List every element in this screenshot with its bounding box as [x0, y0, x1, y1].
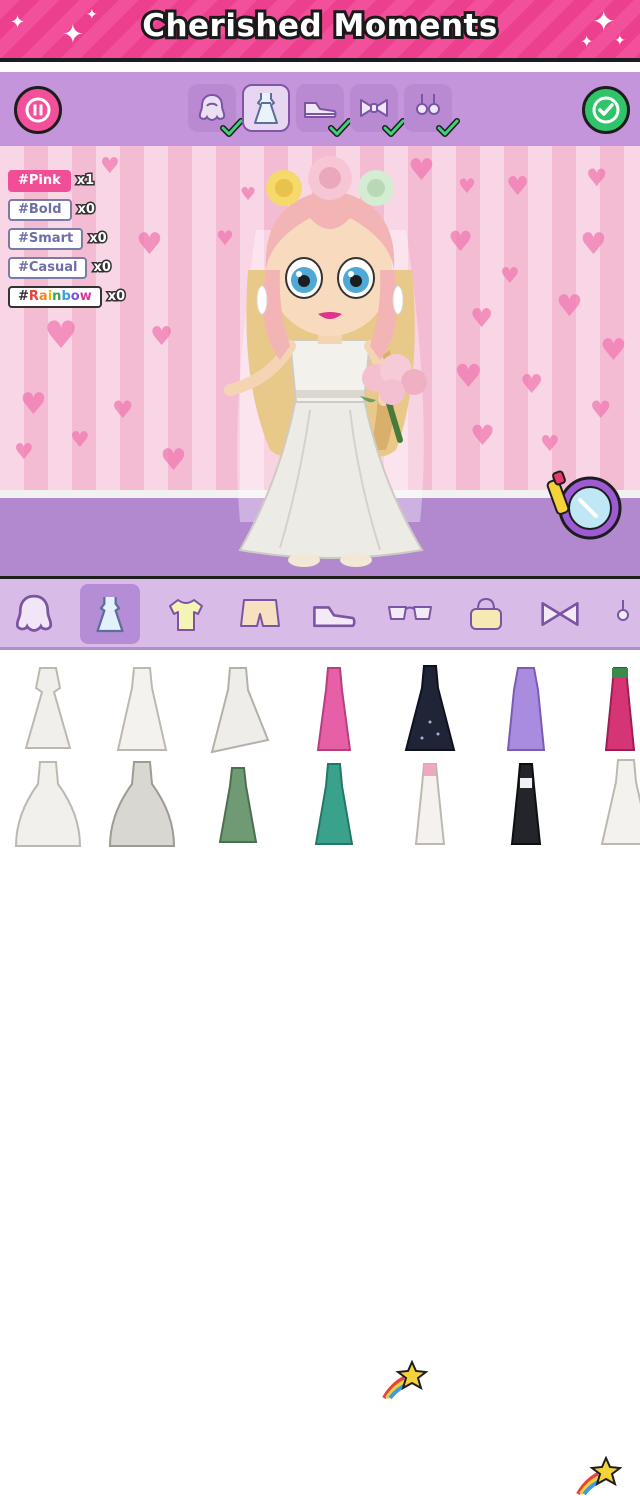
- progress-shoes[interactable]: [296, 84, 352, 137]
- tag-count: x0: [88, 230, 109, 248]
- heart-decoration: ♥: [14, 440, 34, 465]
- dressing-stage: ♥ ♥ ♥ ♥ ♥ ♥ ♥ ♥ ♥ ♥ ♥ ♥ ♥ ♥ ♥ ♥ ♥ ♥ ♥ ♥ …: [0, 146, 640, 576]
- progress-dress[interactable]: [242, 84, 290, 132]
- heart-decoration: ♥: [500, 264, 520, 289]
- tag-bold: #Bold: [8, 198, 72, 221]
- style-tag: #Casual x0: [8, 253, 125, 282]
- earrings-icon: [617, 600, 629, 621]
- progress-bow[interactable]: [350, 84, 406, 137]
- tab-dress[interactable]: [80, 584, 140, 644]
- tab-hair[interactable]: [4, 584, 64, 644]
- dress-item[interactable]: [14, 664, 82, 756]
- heart-decoration: ♥: [556, 289, 583, 324]
- heart-decoration: ♥: [506, 172, 530, 202]
- heart-decoration: ♥: [600, 333, 627, 368]
- tab-shoes[interactable]: [304, 584, 364, 644]
- dress-icon: [96, 597, 124, 633]
- glasses-icon: [388, 606, 432, 620]
- tab-glasses[interactable]: [380, 584, 440, 644]
- dress-item[interactable]: [492, 758, 560, 850]
- sneaker-icon: [313, 606, 356, 628]
- checkmark-icon: [436, 118, 460, 137]
- tag-count: x0: [76, 201, 97, 219]
- tag-count: x0: [106, 288, 127, 306]
- rainbow-star-badge: [576, 1456, 622, 1496]
- dress-item[interactable]: [300, 664, 368, 756]
- rainbow-star-badge: [382, 1360, 428, 1400]
- style-tag: #Smart x0: [8, 224, 125, 253]
- category-tab-bar: [0, 576, 640, 650]
- tab-tops[interactable]: [156, 584, 216, 644]
- makeup-button[interactable]: [546, 464, 624, 542]
- top-toolbar: [0, 72, 640, 146]
- heart-decoration: ♥: [44, 313, 79, 357]
- style-tag: #Rainbow x0: [8, 282, 127, 311]
- checkmark-icon: [220, 118, 244, 137]
- heart-decoration: ♥: [458, 174, 476, 198]
- dress-item-grid: [0, 650, 640, 1496]
- level-title: Cherished Moments: [139, 5, 500, 47]
- dress-item[interactable]: [396, 758, 464, 850]
- style-tag: #Pink x1: [8, 166, 125, 195]
- pause-icon: [25, 97, 51, 123]
- style-tag-list: #Pink x1 #Bold x0 #Smart x0 #Casual x0 #…: [8, 166, 127, 311]
- heart-decoration: ♥: [20, 387, 47, 422]
- tab-bottoms[interactable]: [230, 584, 290, 644]
- checkmark-icon: [592, 96, 620, 124]
- checkmark-icon: [382, 118, 406, 137]
- confirm-button[interactable]: [582, 86, 630, 134]
- heart-decoration: ♥: [150, 322, 174, 352]
- dress-item[interactable]: [108, 664, 176, 756]
- tag-rainbow: #Rainbow: [8, 285, 102, 308]
- shorts-icon: [240, 599, 280, 627]
- tag-pink: #Pink: [8, 169, 71, 192]
- category-progress: [188, 84, 460, 137]
- sparkle-icon: ✦: [592, 5, 616, 38]
- checkmark-icon: [328, 118, 352, 137]
- heart-decoration: ♥: [160, 443, 187, 478]
- heart-decoration: ♥: [540, 432, 560, 457]
- dress-item[interactable]: [108, 758, 176, 850]
- bow-icon: [360, 99, 388, 117]
- tag-count: x1: [75, 172, 96, 190]
- dress-item[interactable]: [204, 758, 272, 850]
- tab-bags[interactable]: [456, 584, 516, 644]
- dress-item[interactable]: [300, 758, 368, 850]
- tag-smart: #Smart: [8, 227, 84, 250]
- style-tag: #Bold x0: [8, 195, 125, 224]
- tag-casual: #Casual: [8, 256, 88, 279]
- dress-item[interactable]: [586, 664, 640, 756]
- tag-count: x0: [92, 259, 113, 277]
- tab-jewelry[interactable]: [604, 584, 640, 644]
- dress-item[interactable]: [204, 664, 272, 756]
- dress-item[interactable]: [592, 756, 640, 848]
- heart-decoration: ♥: [520, 370, 544, 400]
- heart-decoration: ♥: [586, 164, 608, 192]
- dress-item[interactable]: [14, 758, 82, 850]
- sparkle-icon: ✦: [580, 32, 594, 51]
- handbag-icon: [470, 597, 502, 630]
- progress-hair[interactable]: [188, 84, 244, 137]
- doll-character[interactable]: [200, 150, 460, 576]
- sparkle-icon: ✦: [614, 33, 626, 49]
- heart-decoration: ♥: [590, 396, 612, 424]
- heart-decoration: ♥: [136, 227, 163, 262]
- heart-decoration: ♥: [70, 428, 90, 453]
- dress-item[interactable]: [492, 664, 560, 756]
- dress-icon: [254, 93, 278, 124]
- hair-icon: [15, 594, 53, 632]
- top-icon: [169, 599, 203, 631]
- heart-decoration: ♥: [112, 396, 134, 424]
- pause-button[interactable]: [14, 86, 62, 134]
- heart-decoration: ♥: [580, 227, 607, 262]
- heart-decoration: ♥: [470, 419, 496, 452]
- progress-earrings[interactable]: [404, 84, 460, 137]
- title-banner: ✦ ✦ ✦ Cherished Moments ✦ ✦ ✦: [0, 0, 640, 62]
- tab-accessories[interactable]: [530, 584, 590, 644]
- bow-icon: [541, 602, 579, 626]
- heart-decoration: ♥: [470, 304, 494, 334]
- dress-item[interactable]: [396, 662, 464, 754]
